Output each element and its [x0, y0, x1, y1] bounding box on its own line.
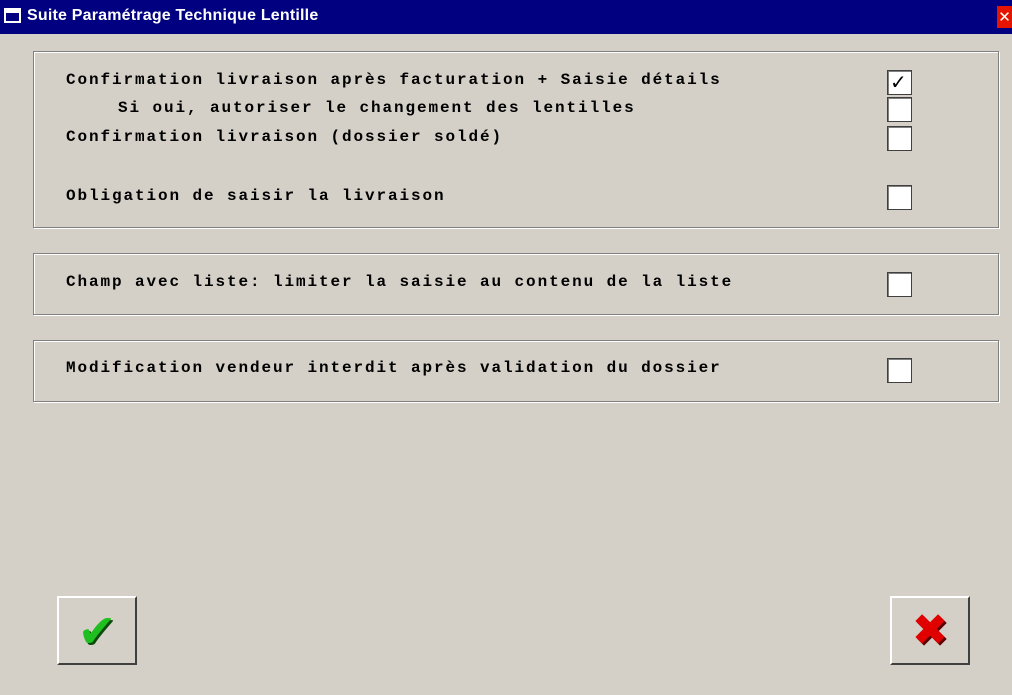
close-button[interactable]: ✕: [997, 6, 1012, 28]
row-label-confirm-delivery-closed: Confirmation livraison (dossier soldé): [66, 128, 504, 146]
checkmark-icon: ✓: [890, 70, 907, 94]
checkbox-allow-lens-change[interactable]: [887, 97, 912, 122]
ok-button[interactable]: ✔: [57, 596, 137, 665]
row-label-limit-to-list: Champ avec liste: limiter la saisie au c…: [66, 273, 734, 291]
window-icon: [4, 8, 21, 23]
checkbox-seller-locked[interactable]: [887, 358, 912, 383]
red-x-icon: ✖: [911, 605, 949, 656]
row-label-mandatory-delivery: Obligation de saisir la livraison: [66, 187, 446, 205]
row-label-seller-locked: Modification vendeur interdit après vali…: [66, 359, 722, 377]
checkbox-confirm-delivery-after-invoice[interactable]: ✓: [887, 70, 912, 95]
checkbox-limit-to-list[interactable]: [887, 272, 912, 297]
title-bar: Suite Paramétrage Technique Lentille ✕: [0, 0, 1012, 34]
checkbox-mandatory-delivery[interactable]: [887, 185, 912, 210]
window-title: Suite Paramétrage Technique Lentille: [27, 7, 319, 24]
cancel-button[interactable]: ✖: [890, 596, 970, 665]
checkbox-confirm-delivery-closed[interactable]: [887, 126, 912, 151]
row-label-allow-lens-change: Si oui, autoriser le changement des lent…: [118, 99, 636, 117]
row-label-confirm-delivery-after-invoice: Confirmation livraison après facturation…: [66, 71, 722, 89]
green-checkmark-icon: ✔: [77, 603, 117, 658]
